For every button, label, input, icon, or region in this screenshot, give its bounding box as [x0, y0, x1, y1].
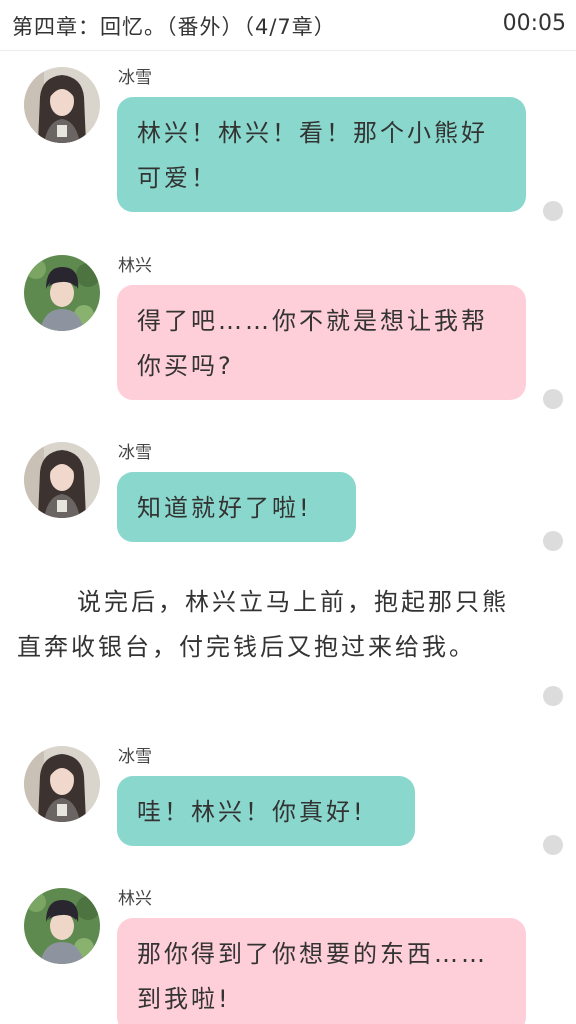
message-bubble: 林兴！林兴！看！那个小熊好可爱！: [117, 97, 526, 212]
chapter-title: 第四章：回忆。（番外）（4/7章）: [12, 15, 336, 39]
girl-avatar[interactable]: [24, 67, 100, 143]
message-bubble: 得了吧……你不就是想让我帮你买吗?: [117, 285, 526, 400]
sender-name: 冰雪: [118, 68, 152, 88]
read-indicator-dot: [543, 201, 563, 221]
read-indicator-dot: [543, 835, 563, 855]
boy-avatar[interactable]: [24, 255, 100, 331]
message-bubble: 哇！林兴！你真好!: [117, 776, 415, 846]
message-bubble: 知道就好了啦!: [117, 472, 356, 542]
narration-paragraph: 说完后，林兴立马上前，抱起那只熊直奔收银台，付完钱后又抱过来给我。: [17, 588, 509, 661]
sender-name: 林兴: [118, 889, 152, 909]
girl-avatar[interactable]: [24, 442, 100, 518]
read-indicator-dot: [543, 531, 563, 551]
top-bar: 第四章：回忆。（番外）（4/7章） 00:05: [0, 0, 576, 51]
read-indicator-dot: [543, 389, 563, 409]
boy-avatar[interactable]: [24, 888, 100, 964]
reader-screen: 第四章：回忆。（番外）（4/7章） 00:05 冰雪 林兴！林兴！看！那个小熊好…: [0, 0, 576, 1024]
message-bubble: 那你得到了你想要的东西……到我啦!: [117, 918, 526, 1024]
sender-name: 冰雪: [118, 443, 152, 463]
girl-avatar[interactable]: [24, 746, 100, 822]
sender-name: 林兴: [118, 256, 152, 276]
clock: 00:05: [502, 11, 566, 36]
read-indicator-dot: [543, 686, 563, 706]
sender-name: 冰雪: [118, 747, 152, 767]
